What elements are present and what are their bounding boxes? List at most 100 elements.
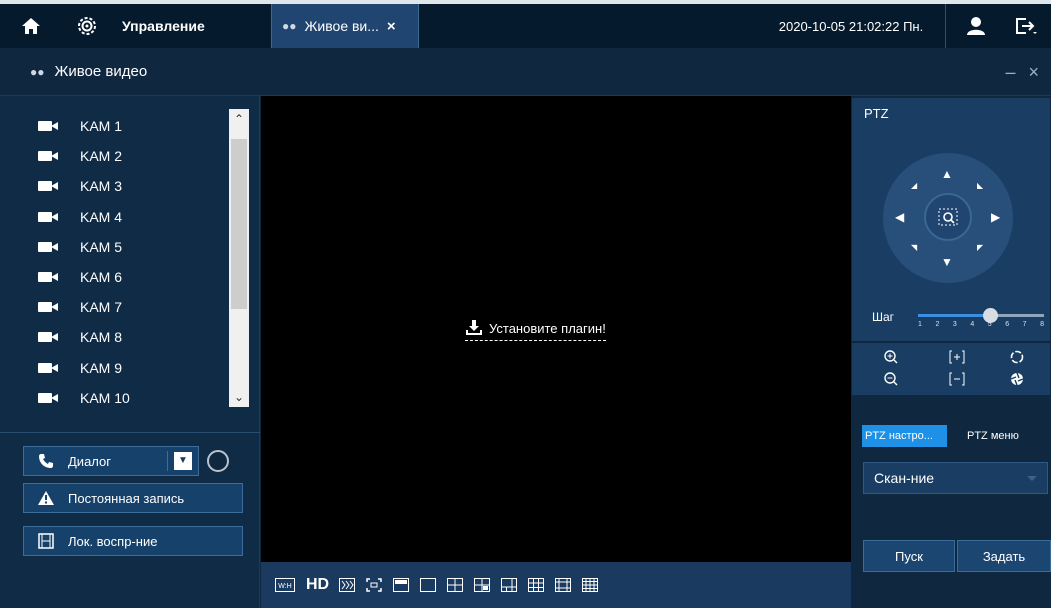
ptz-up-icon[interactable]: ▲ [941, 167, 953, 181]
management-menu[interactable]: Управление [122, 4, 205, 48]
settings-button[interactable] [76, 4, 108, 48]
zoom-in-button[interactable] [876, 347, 906, 367]
scan-select[interactable]: Скан-ние [863, 462, 1048, 494]
eye-icon: ●● [282, 19, 297, 33]
plugin-message: Установите плагин! [489, 320, 606, 336]
step-tick: 6 [1005, 321, 1010, 328]
hd-button[interactable]: HD [306, 576, 329, 594]
layout-4-button[interactable] [447, 578, 464, 592]
home-button[interactable] [20, 4, 52, 48]
camera-item[interactable]: KAM 2 [38, 141, 122, 171]
camera-list: KAM 1 KAM 2 KAM 3 KAM 4 KAM 5 KAM 6 KAM 7 KAM 8… [0, 96, 260, 426]
film-icon [24, 533, 68, 549]
ptz-auto-focus-button[interactable] [924, 193, 972, 241]
layout-9-button[interactable] [528, 578, 545, 592]
tab-live-view[interactable]: ●● Живое ви... × [271, 4, 419, 48]
camera-label: KAM 1 [80, 118, 123, 134]
warning-icon [24, 491, 68, 505]
camera-item[interactable]: KAM 8 [38, 322, 122, 352]
step-ticks: 1 2 3 4 5 6 7 8 [918, 321, 1044, 328]
tab-ptz-menu[interactable]: PTZ меню [967, 425, 1047, 447]
step-track[interactable] [918, 308, 1044, 323]
scrollbar-thumb[interactable] [231, 139, 247, 309]
layout-16-icon [582, 578, 599, 592]
gear-icon [78, 17, 96, 35]
step-label: Шаг [872, 310, 895, 324]
stream-icon [339, 578, 356, 592]
ptz-down-left-icon[interactable]: ◥ [911, 243, 917, 252]
zoom-out-button[interactable] [876, 369, 906, 389]
camera-item[interactable]: KAM 1 [38, 111, 122, 141]
scroll-up-icon[interactable]: ⌃ [229, 109, 249, 129]
camera-item[interactable]: KAM 7 [38, 292, 122, 322]
layout-toolbar: W:H HD [261, 562, 851, 608]
user-button[interactable] [958, 4, 994, 48]
layout-single-bar-icon [393, 578, 410, 592]
layout-1-bar-button[interactable] [393, 578, 410, 592]
phone-icon [24, 453, 68, 469]
video-viewport[interactable]: Установите плагин! [261, 96, 851, 562]
camera-label: KAM 4 [80, 208, 123, 225]
page-title-bar: ●● Живое видео – × [0, 48, 1051, 96]
layout-8-icon [501, 578, 518, 592]
start-button[interactable]: Пуск [863, 540, 955, 572]
install-plugin-link[interactable]: Установите плагин! [465, 320, 606, 341]
ptz-up-left-icon[interactable]: ◢ [911, 181, 917, 190]
iris-close-icon [1010, 372, 1024, 386]
ptz-step-slider: Шаг 1 2 3 4 5 6 7 8 [852, 301, 1050, 341]
continuous-record-button[interactable]: Постоянная запись [23, 483, 243, 513]
focus-far-button[interactable] [942, 369, 972, 389]
iris-open-button[interactable] [1002, 347, 1032, 367]
focus-plus-icon [949, 350, 965, 364]
camera-label: KAM 10 [80, 389, 130, 406]
focus-near-button[interactable] [942, 347, 972, 367]
dialog-button[interactable]: Диалог ▼ [23, 446, 199, 476]
dialog-label: Диалог [68, 453, 111, 469]
local-playback-button[interactable]: Лок. воспр-ние [23, 526, 243, 556]
camera-item[interactable]: KAM 4 [38, 202, 122, 232]
camera-item[interactable]: KAM 3 [38, 171, 122, 201]
chevron-down-icon[interactable]: ▼ [174, 452, 192, 470]
stream-button[interactable] [339, 578, 356, 592]
tab-close-icon[interactable]: × [387, 18, 396, 35]
layout-8-button[interactable] [501, 578, 518, 592]
video-camera-icon [38, 362, 60, 374]
video-camera-icon [38, 120, 60, 132]
camera-item[interactable]: KAM 10 [38, 383, 130, 413]
talk-status-toggle[interactable] [207, 450, 229, 472]
ptz-ring: ▲ ▼ ◀ ▶ ◢ ◣ ◥ ◤ [883, 153, 1013, 283]
video-camera-icon [38, 150, 60, 162]
ptz-left-icon[interactable]: ◀ [895, 210, 904, 224]
tab-label: Живое ви... [304, 18, 379, 34]
logout-button[interactable] [1004, 4, 1048, 48]
aspect-ratio-button[interactable]: W:H [275, 578, 295, 592]
ptz-down-right-icon[interactable]: ◤ [977, 243, 983, 252]
camera-item[interactable]: KAM 5 [38, 232, 122, 262]
set-button[interactable]: Задать [957, 540, 1051, 572]
step-fill [918, 314, 990, 317]
camera-item[interactable]: KAM 6 [38, 262, 122, 292]
step-tick: 2 [935, 321, 940, 328]
video-camera-icon [38, 331, 60, 343]
layout-16-button[interactable] [582, 578, 599, 592]
aspect-ratio-icon: W:H [275, 578, 295, 592]
ptz-title: PTZ [852, 98, 1050, 128]
tab-ptz-settings[interactable]: PTZ настро... [862, 425, 947, 447]
iris-open-icon [1010, 350, 1024, 364]
iris-close-button[interactable] [1002, 369, 1032, 389]
ptz-up-right-icon[interactable]: ◣ [977, 181, 983, 190]
window-controls[interactable]: – × [1005, 62, 1043, 83]
camera-list-scrollbar[interactable]: ⌃ ⌄ [229, 109, 249, 407]
layout-4-icon [447, 578, 464, 592]
scroll-down-icon[interactable]: ⌄ [229, 387, 249, 407]
ptz-down-icon[interactable]: ▼ [941, 255, 953, 269]
camera-item[interactable]: KAM 9 [38, 353, 122, 383]
layout-6-button[interactable] [474, 578, 491, 592]
video-camera-icon [38, 301, 60, 313]
layout-1-button[interactable] [420, 578, 437, 592]
layout-13-button[interactable] [555, 578, 572, 592]
dialog-separator [167, 451, 168, 471]
fullscreen-button[interactable] [366, 578, 382, 592]
ptz-right-icon[interactable]: ▶ [991, 210, 1000, 224]
page-title: Живое видео [54, 63, 148, 80]
